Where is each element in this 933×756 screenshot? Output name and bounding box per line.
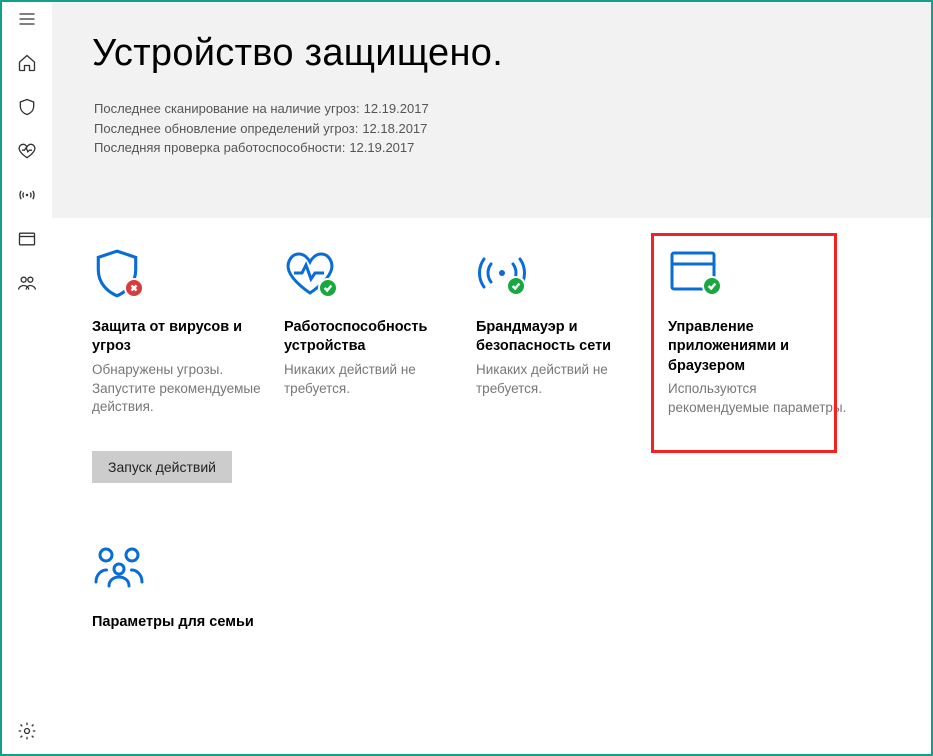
card-desc: Никаких действий не требуется.: [284, 361, 464, 399]
ok-badge-icon: [702, 276, 722, 296]
heart-icon: [17, 141, 37, 161]
menu-toggle[interactable]: [16, 8, 38, 30]
browser-icon: [17, 229, 37, 249]
nav-appbrowser[interactable]: [16, 228, 38, 250]
cards-grid: Защита от вирусов и угроз Обнаружены угр…: [52, 218, 931, 657]
card-family[interactable]: Параметры для семьи: [92, 543, 272, 637]
alert-badge-icon: [124, 278, 144, 298]
network-antenna-icon: [476, 248, 528, 303]
ok-badge-icon: [318, 278, 338, 298]
nav-virus[interactable]: [16, 96, 38, 118]
virus-icon-wrap: [92, 248, 272, 302]
health-icon-wrap: [284, 248, 464, 302]
status-line-defs: Последнее обновление определений угроз:1…: [94, 119, 891, 139]
status-line-scan: Последнее сканирование на наличие угроз:…: [94, 99, 891, 119]
page-title: Устройство защищено.: [92, 32, 891, 75]
card-firewall[interactable]: Брандмауэр и безопасность сети Никаких д…: [476, 248, 656, 484]
nav-health[interactable]: [16, 140, 38, 162]
nav-family[interactable]: [16, 272, 38, 294]
nav-settings[interactable]: [16, 720, 38, 742]
nav-firewall[interactable]: [16, 184, 38, 206]
card-health[interactable]: Работоспособность устройства Никаких дей…: [284, 248, 464, 484]
nav-home[interactable]: [16, 52, 38, 74]
main-content: Устройство защищено. Последнее сканирова…: [52, 2, 931, 754]
card-title: Работоспособность устройства: [284, 318, 464, 357]
app-window: Устройство защищено. Последнее сканирова…: [0, 0, 933, 756]
card-title: Защита от вирусов и угроз: [92, 318, 272, 357]
card-virus[interactable]: Защита от вирусов и угроз Обнаружены угр…: [92, 248, 272, 484]
gear-icon: [17, 721, 37, 741]
family-icon-wrap: [92, 543, 272, 597]
hero-panel: Устройство защищено. Последнее сканирова…: [52, 2, 931, 218]
run-actions-button[interactable]: Запуск действий: [92, 451, 232, 483]
card-title: Управление приложениями и браузером: [668, 318, 848, 377]
heart-pulse-icon: [284, 248, 336, 303]
card-desc: Никаких действий не требуется.: [476, 361, 656, 399]
card-desc: Обнаружены угрозы. Запустите рекомендуем…: [92, 361, 272, 418]
shield-outline-icon: [92, 248, 142, 305]
card-title: Параметры для семьи: [92, 613, 272, 633]
appbrowser-icon-wrap: [668, 248, 848, 302]
shield-icon: [17, 97, 37, 117]
status-line-health: Последняя проверка работоспособности:12.…: [94, 138, 891, 158]
card-desc: Используются рекомендуемые параметры.: [668, 380, 848, 418]
card-title: Брандмауэр и безопасность сети: [476, 318, 656, 357]
firewall-icon-wrap: [476, 248, 656, 302]
browser-window-icon: [668, 248, 718, 299]
sidebar: [2, 2, 52, 754]
status-lines: Последнее сканирование на наличие угроз:…: [94, 99, 891, 158]
ok-badge-icon: [506, 276, 526, 296]
home-icon: [17, 53, 37, 73]
antenna-icon: [17, 185, 37, 205]
people-icon: [17, 273, 37, 293]
hamburger-icon: [17, 9, 37, 29]
family-people-icon: [92, 543, 148, 596]
card-appbrowser[interactable]: Управление приложениями и браузером Испо…: [668, 248, 848, 484]
